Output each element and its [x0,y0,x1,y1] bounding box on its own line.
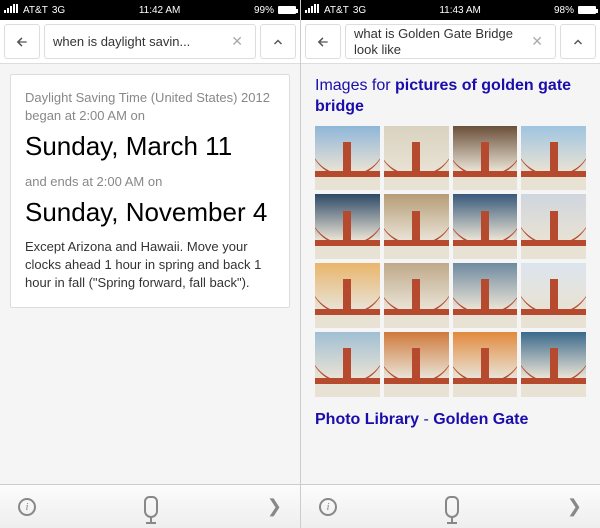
collapse-button[interactable] [260,24,296,59]
clock-label: 11:42 AM [139,5,181,16]
image-result-thumb[interactable] [521,194,586,259]
end-date: Sunday, November 4 [25,197,275,228]
voice-search-button[interactable] [144,496,158,518]
collapse-button[interactable] [560,24,596,59]
voice-search-button[interactable] [445,496,459,518]
status-bar: AT&T 3G 11:42 AM 99% [0,0,300,20]
card-lead-text: Daylight Saving Time (United States) 201… [25,89,275,125]
signal-bars-icon [4,4,19,16]
battery-pct-label: 98% [554,5,574,16]
image-result-thumb[interactable] [384,332,449,397]
search-bar: when is daylight savin... ✕ [0,20,300,64]
carrier-label: AT&T [23,5,48,16]
image-result-thumb[interactable] [453,194,518,259]
image-result-thumb[interactable] [521,126,586,191]
search-query-text: what is Golden Gate Bridge look like [354,26,527,57]
battery-icon [278,6,296,14]
link-title: Golden Gate [433,411,528,428]
search-bar: what is Golden Gate Bridge look like ✕ [301,20,600,64]
carrier-label: AT&T [324,5,349,16]
image-result-thumb[interactable] [384,263,449,328]
link-sep: - [419,411,433,428]
image-results-grid [311,126,590,397]
bottom-bar: i ❯ [301,484,600,528]
image-result-thumb[interactable] [384,126,449,191]
content-area: Daylight Saving Time (United States) 201… [0,64,300,484]
bottom-bar: i ❯ [0,484,300,528]
content-area: Images for pictures of golden gate bridg… [301,64,600,484]
image-result-thumb[interactable] [315,194,380,259]
search-query-text: when is daylight savin... [53,34,227,50]
result-link[interactable]: Photo Library - Golden Gate [311,397,590,429]
network-icon: 3G [353,5,366,16]
network-icon: 3G [52,5,65,16]
back-button[interactable] [4,24,40,59]
image-result-thumb[interactable] [521,332,586,397]
link-source: Photo Library [315,411,419,428]
card-mid-text: and ends at 2:00 AM on [25,173,275,191]
images-results-heading[interactable]: Images for pictures of golden gate bridg… [311,74,590,126]
info-button[interactable]: i [319,498,337,516]
search-input[interactable]: what is Golden Gate Bridge look like ✕ [345,24,556,59]
next-button[interactable]: ❯ [567,496,582,517]
image-result-thumb[interactable] [453,263,518,328]
image-result-thumb[interactable] [315,126,380,191]
answer-card: Daylight Saving Time (United States) 201… [10,74,290,308]
phone-right: AT&T 3G 11:43 AM 98% what is Golden Gate… [300,0,600,528]
signal-bars-icon [305,4,320,16]
clock-label: 11:43 AM [439,5,481,16]
phone-left: AT&T 3G 11:42 AM 99% when is daylight sa… [0,0,300,528]
image-result-thumb[interactable] [315,332,380,397]
heading-prefix: Images for [315,77,395,94]
image-result-thumb[interactable] [315,263,380,328]
search-input[interactable]: when is daylight savin... ✕ [44,24,256,59]
next-button[interactable]: ❯ [267,496,282,517]
status-bar: AT&T 3G 11:43 AM 98% [301,0,600,20]
info-button[interactable]: i [18,498,36,516]
battery-pct-label: 99% [254,5,274,16]
start-date: Sunday, March 11 [25,131,275,162]
image-result-thumb[interactable] [521,263,586,328]
image-result-thumb[interactable] [453,126,518,191]
card-note-text: Except Arizona and Hawaii. Move your clo… [25,238,275,293]
clear-search-button[interactable]: ✕ [227,33,247,50]
back-button[interactable] [305,24,341,59]
clear-search-button[interactable]: ✕ [527,33,547,50]
image-result-thumb[interactable] [384,194,449,259]
image-result-thumb[interactable] [453,332,518,397]
battery-icon [578,6,596,14]
